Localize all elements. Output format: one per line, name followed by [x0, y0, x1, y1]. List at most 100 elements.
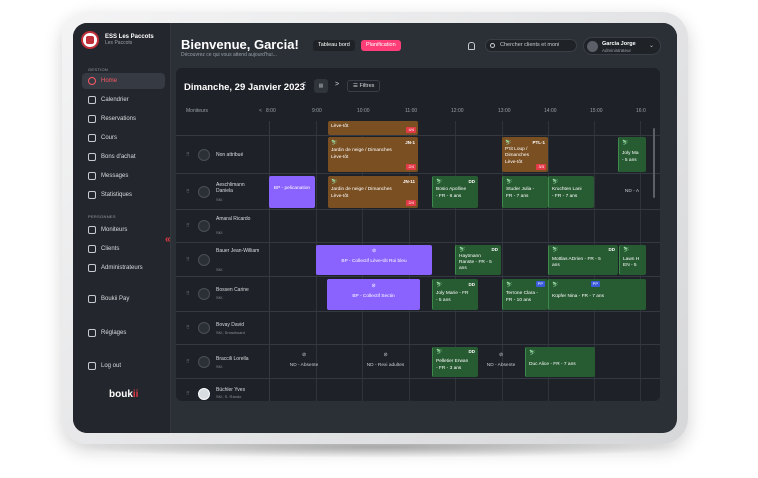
monitor-sport: SKI [216, 267, 223, 272]
planner-panel: Dimanche, 29 Janvier 2023 < ▦ > ☰ Filtre… [176, 68, 660, 401]
skier-icon: ⛷ [529, 350, 536, 356]
hour-label: 9:00 [312, 108, 322, 114]
block-card[interactable]: BP - pelicanation [269, 176, 315, 208]
sidebar-item-reservations[interactable]: Reservations [82, 111, 165, 127]
table-row[interactable]: ⠿ Non attribué [176, 136, 660, 174]
user-name: Garcia Jorge [602, 41, 636, 47]
bell-icon[interactable] [468, 42, 475, 50]
absence-card[interactable]: ⊘ ND - Absente [269, 347, 339, 377]
sidebar-item-clients[interactable]: Clients [82, 241, 165, 257]
drag-handle-icon[interactable]: ⠿ [186, 189, 190, 195]
sidebar-item-logout[interactable]: Log out [82, 358, 165, 374]
booking-card[interactable]: ⛷ DD Pelletier Erwan - FR - 3 ans [432, 347, 478, 377]
avatar [198, 355, 210, 368]
monitor-name: Braccili Lorella [216, 356, 249, 362]
filters-button[interactable]: ☰ Filtres [347, 80, 381, 92]
section-label-gestion: GESTION [88, 67, 109, 72]
absence-card[interactable]: ⊘ ND - Rexi adultes [339, 347, 432, 377]
block-card[interactable]: ⊘ BP - Collectif Sectin [327, 279, 420, 310]
planner-grid: ⠿ Non attribué ⠿ Aeschlimann Daniela SKI [176, 121, 660, 401]
skier-icon: ⛷ [552, 247, 559, 253]
avatar [198, 253, 210, 266]
drag-handle-icon[interactable]: ⠿ [186, 152, 190, 158]
block-card[interactable]: ⊘ BP - Collectif Lève-tôt Roi bleu [316, 245, 432, 275]
booking-card[interactable]: ⛷ DD Joly Marie - FR - 5 ans [432, 279, 478, 310]
table-row[interactable]: ⠿ Büchler Yves SKI, S. Rando [176, 379, 660, 401]
drag-handle-icon[interactable]: ⠿ [186, 257, 190, 263]
wallet-icon [88, 295, 96, 303]
booking-card[interactable]: ⛷ Joly Ma - 5 ans [618, 137, 646, 172]
reservations-icon [88, 115, 96, 123]
monitors-icon [88, 226, 96, 234]
drag-handle-icon[interactable]: ⠿ [186, 359, 190, 365]
sidebar-item-bons[interactable]: Bons d'achat [82, 149, 165, 165]
sidebar-item-home[interactable]: Home [82, 73, 165, 89]
booking-card[interactable]: ⛷ DD Bosio Apolline - FR - 6 ans [432, 176, 478, 208]
sidebar-item-calendrier[interactable]: Calendrier [82, 92, 165, 108]
drag-handle-icon[interactable]: ⠿ [186, 325, 190, 331]
booking-card[interactable]: ⛷ DD Mottlas ADrien - FR - 5 ans [548, 245, 618, 275]
sidebar-item-moniteurs[interactable]: Moniteurs [82, 222, 165, 238]
sidebar: ESS Les Paccots Les Paccots GESTION Home… [73, 23, 171, 433]
monitor-name: Bauer Jean-William [216, 248, 260, 254]
empty-icon: ⊘ [371, 284, 376, 289]
monitor-sport: SKI [216, 230, 223, 235]
monitor-name: Büchler Yves [216, 387, 246, 393]
absence-card[interactable]: ND - A [618, 176, 646, 208]
skier-icon: ⛷ [436, 179, 443, 185]
brand[interactable]: ESS Les Paccots Les Paccots [81, 31, 154, 49]
sidebar-item-statistiques[interactable]: Statistiques [82, 187, 165, 203]
empty-icon: ⊘ [301, 353, 307, 358]
booking-card[interactable]: ⛷ Kruchten Lani - FR - 7 ans [548, 176, 594, 208]
table-row[interactable]: ⠿ Amaral Ricardo SKI [176, 210, 660, 243]
sidebar-item-administrateurs[interactable]: Administrateurs [82, 260, 165, 276]
tab-planification[interactable]: Planification [361, 40, 401, 51]
skier-icon: ⛷ [436, 282, 443, 288]
booking-card[interactable]: ⛷ PP Terrone Clara - FR - 10 ans [502, 279, 548, 310]
course-card[interactable]: ⛷ PTL-1 P'tit Loup / Dimanches Lève-tôt … [502, 137, 548, 172]
sidebar-item-cours[interactable]: Cours [82, 130, 165, 146]
booking-card[interactable]: ⛷ PP Küpfer Nina - FR - 7 ans [548, 279, 646, 310]
stats-icon [88, 191, 96, 199]
messages-icon [88, 172, 96, 180]
hour-label: 15:00 [590, 108, 603, 114]
drag-handle-icon[interactable]: ⠿ [186, 391, 190, 397]
booking-card[interactable]: ⛷ Lawn H EN - 5 [619, 245, 646, 275]
calendar-picker-icon[interactable]: ▦ [314, 79, 328, 93]
user-menu[interactable]: Garcia Jorge Administrateur ⌄ [583, 37, 661, 55]
timeline-header: Moniteurs < 8:00 9:00 10:00 11:00 12:00 … [176, 106, 660, 120]
avatar [198, 185, 210, 198]
sidebar-item-messages[interactable]: Messages [82, 168, 165, 184]
skier-icon: ⛷ [552, 282, 559, 288]
search-input[interactable]: Chercher clients et moni [485, 39, 577, 52]
course-card[interactable]: ⛷ JN-11 Jardin de neige / Dimanches Lève… [328, 176, 418, 208]
booking-card[interactable]: ⛷ Studer Julia - FR - 7 ans [502, 176, 548, 208]
avatar [198, 322, 210, 334]
monitor-name: Non attribué [216, 152, 244, 158]
sidebar-item-reglages[interactable]: Réglages [82, 325, 165, 341]
drag-handle-icon[interactable]: ⠿ [186, 291, 190, 297]
absence-card[interactable]: ⊘ ND - Absente [478, 347, 524, 377]
table-row[interactable]: ⠿ Bovay David SKI, Snowboard [176, 312, 660, 345]
vertical-scrollbar[interactable] [653, 128, 655, 198]
monitor-name: Bovay David [216, 322, 245, 328]
course-card[interactable]: Lève-tôt 4/4 [328, 121, 418, 135]
monitor-sport: SKI [216, 364, 223, 369]
collapse-sidebar-icon[interactable]: « [165, 234, 171, 245]
next-day-button[interactable]: > [335, 81, 339, 88]
avatar [198, 148, 210, 161]
skier-icon: ⛷ [506, 282, 513, 288]
booking-card[interactable]: ⛷ Duc Alice - FR - 7 ans [525, 347, 595, 377]
course-card[interactable]: ⛷ JN-1 Jardin de neige / Dimanches Lève-… [328, 137, 418, 172]
admins-icon [88, 264, 96, 272]
hour-label: 10:00 [357, 108, 370, 114]
tab-tableau-bord[interactable]: Tableau bord [313, 40, 355, 51]
chevron-down-icon: ⌄ [648, 43, 654, 49]
prev-day-button[interactable]: < [302, 81, 306, 88]
logout-icon [88, 362, 96, 370]
avatar [198, 288, 210, 300]
drag-handle-icon[interactable]: ⠿ [186, 223, 190, 229]
hours-prev-button[interactable]: < [259, 108, 262, 114]
booking-card[interactable]: ⛷ DD Haytmann Ranste - FR - 5 ans [455, 245, 501, 275]
sidebar-item-boukii-pay[interactable]: Boukii Pay [82, 291, 165, 307]
